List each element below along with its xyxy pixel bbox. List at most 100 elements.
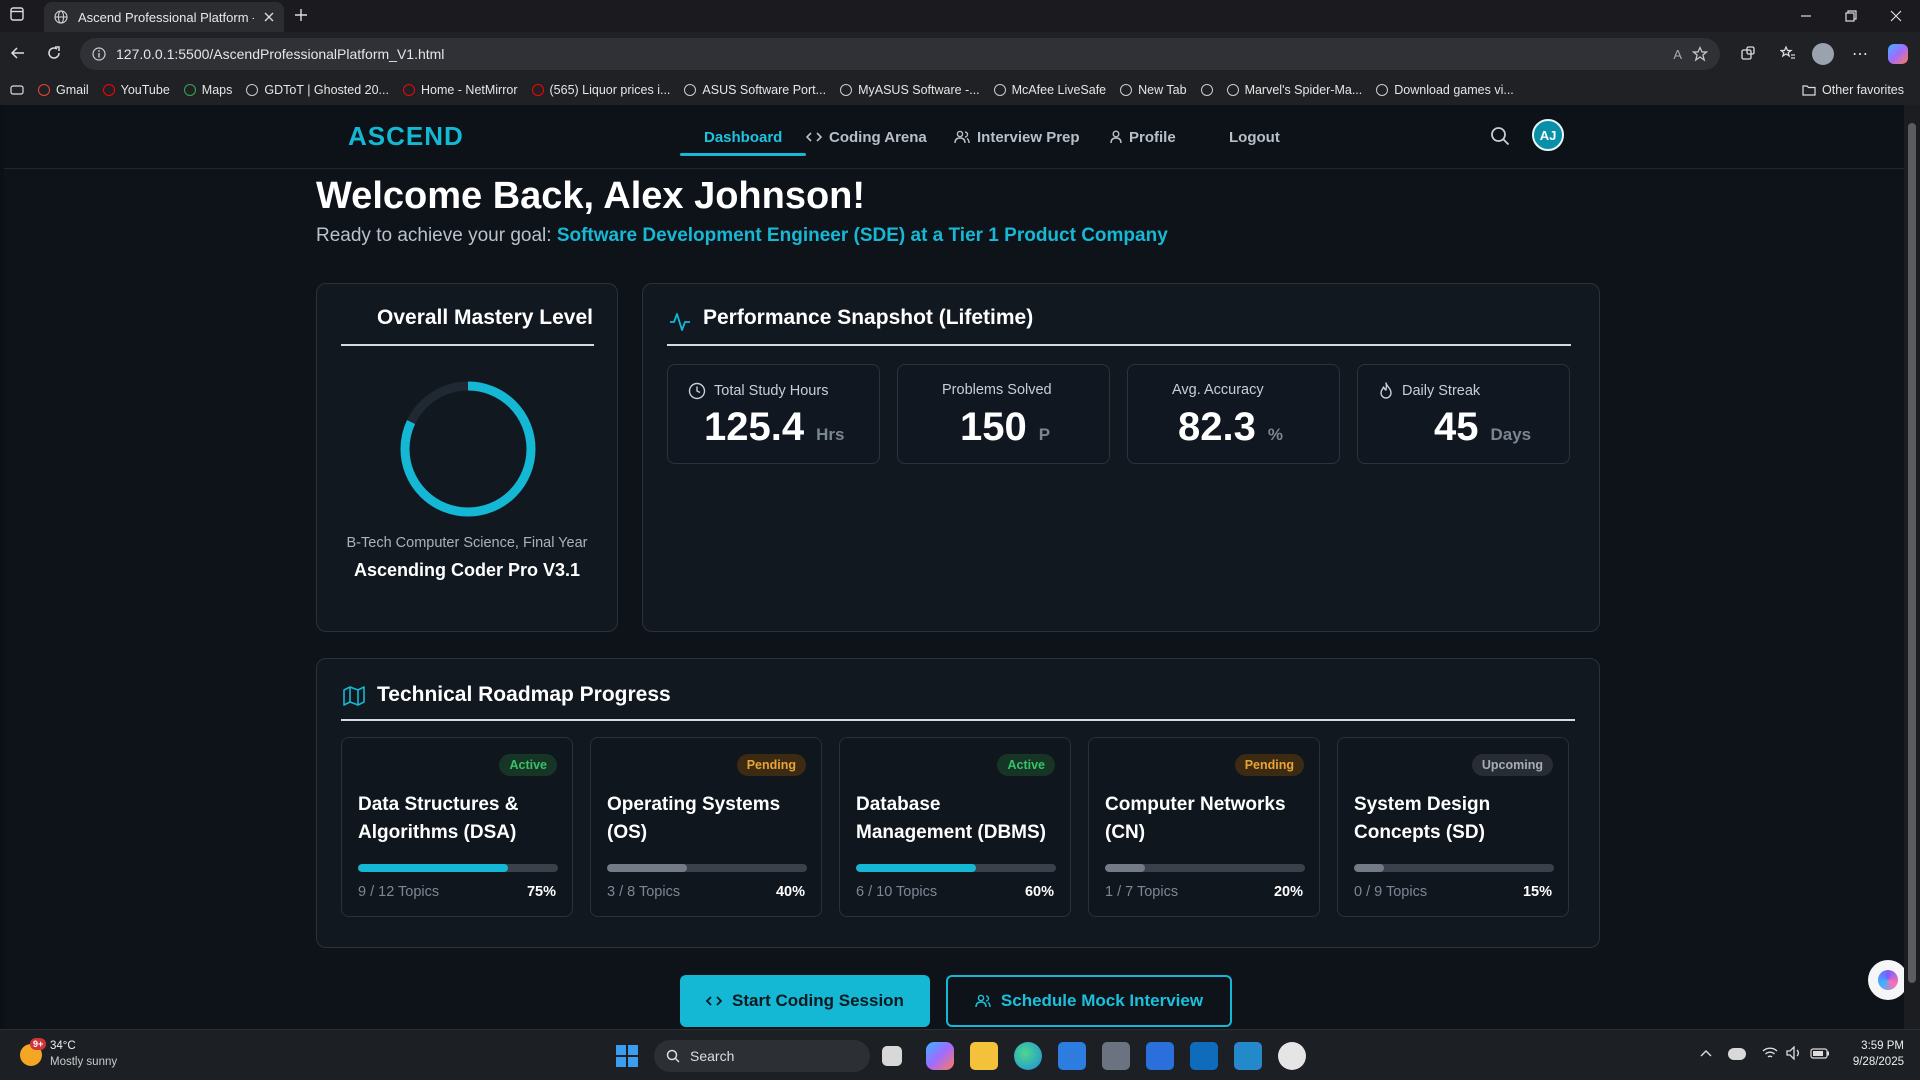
bookmark-item[interactable]: New Tab [1120,83,1187,97]
progress-fill [856,864,976,872]
topic-name: Data Structures & Algorithms (DSA) [358,794,519,843]
nav-coding-arena[interactable]: Coding Arena [806,105,927,169]
bookmark-item[interactable]: MyASUS Software -... [840,83,980,97]
nav-profile[interactable]: Profile [1110,105,1176,169]
app-icon[interactable] [1102,1042,1130,1070]
schedule-interview-button[interactable]: Schedule Mock Interview [946,975,1232,1027]
volume-icon[interactable] [1786,1046,1802,1060]
nav-dashboard[interactable]: Dashboard [679,105,807,169]
site-info-icon[interactable] [92,47,106,61]
nav-logout[interactable]: Logout [1229,105,1280,169]
nav-coding-arena-label: Coding Arena [829,128,927,146]
bookmark-favicon-icon [684,84,697,96]
new-tab-icon[interactable] [294,8,308,22]
bookmark-item[interactable]: McAfee LiveSafe [993,83,1106,97]
roadmap-divider [341,719,1575,721]
extensions-icon[interactable] [1740,45,1756,61]
close-tab-icon[interactable] [264,12,274,22]
mastery-subtitle: B-Tech Computer Science, Final Year [346,535,588,551]
tab-title: Ascend Professional Platform - Co [78,9,254,25]
roadmap-item-dsa[interactable]: Active Data Structures & Algorithms (DSA… [341,737,573,917]
bookmark-favicon-icon [993,84,1006,96]
task-view-icon[interactable] [882,1046,902,1066]
roadmap-item-cn[interactable]: Pending Computer Networks (CN) 1 / 7 Top… [1088,737,1320,917]
stat-study-hours: Total Study Hours 125.4 Hrs [667,364,880,464]
bookmark-item[interactable] [1200,84,1213,96]
restore-icon[interactable] [1845,10,1857,22]
topic-name: System Design Concepts (SD) [1354,794,1491,843]
stat-label: Problems Solved [942,382,1052,398]
copilot-icon[interactable] [1888,44,1908,64]
bookmark-favicon-icon [1200,84,1213,96]
bookmark-label: YouTube [120,83,170,97]
topics-count: 3 / 8 Topics [607,884,681,900]
bookmark-item[interactable]: Gmail [38,83,89,97]
other-favorites[interactable]: Other favorites [1802,83,1904,97]
stat-label: Avg. Accuracy [1172,382,1264,398]
copilot-app-icon[interactable] [926,1042,954,1070]
battery-icon[interactable] [1810,1048,1830,1059]
tab-actions-icon[interactable] [10,7,24,21]
bookmark-label: ASUS Software Port... [702,83,827,97]
back-icon[interactable] [10,45,26,61]
mastery-title: Overall Mastery Level [377,306,593,329]
outlook-icon[interactable] [1190,1042,1218,1070]
favorites-icon[interactable] [1780,45,1796,61]
bookmark-item[interactable]: GDToT | Ghosted 20... [246,83,389,97]
more-icon[interactable]: ⋯ [1852,44,1868,64]
stat-label: Daily Streak [1402,383,1481,399]
favorite-star-icon[interactable] [1692,46,1708,62]
chatgpt-icon[interactable] [1278,1042,1306,1070]
roadmap-item-sd[interactable]: Upcoming System Design Concepts (SD) 0 /… [1337,737,1569,917]
mastery-card: Overall Mastery Level B-Tech Computer Sc… [316,283,618,632]
minimize-icon[interactable] [1800,10,1812,22]
weather-badge: 9+ [30,1038,47,1050]
search-icon[interactable] [1490,126,1510,146]
start-icon[interactable] [616,1045,638,1067]
bookmark-item[interactable]: Maps [183,83,232,97]
code-icon [706,994,723,1008]
stat-label: Total Study Hours [714,383,829,399]
goal-line: Ready to achieve your goal: Software Dev… [316,225,1168,247]
bookmark-item[interactable]: Home - NetMirror [402,83,518,97]
scrollbar-thumb[interactable] [1908,123,1916,983]
search-icon [666,1049,680,1063]
read-aloud-icon[interactable]: A [1673,47,1682,62]
roadmap-item-os[interactable]: Pending Operating Systems (OS) 3 / 8 Top… [590,737,822,917]
address-bar[interactable]: 127.0.0.1:5500/AscendProfessionalPlatfor… [80,38,1720,70]
chevron-up-icon[interactable] [1700,1048,1712,1058]
clock[interactable]: 3:59 PM 9/28/2025 [1840,1038,1904,1070]
bookmark-item[interactable]: Marvel's Spider-Ma... [1226,83,1362,97]
roadmap-item-dbms[interactable]: Active Database Management (DBMS) 6 / 10… [839,737,1071,917]
bookmark-item[interactable]: YouTube [102,83,170,97]
bookmark-label: GDToT | Ghosted 20... [264,83,389,97]
progress-percent: 15% [1522,884,1552,900]
start-coding-button[interactable]: Start Coding Session [680,975,930,1027]
edge-icon[interactable] [1014,1042,1042,1070]
bookmark-item[interactable]: ASUS Software Port... [684,83,826,97]
refresh-icon[interactable] [46,45,62,61]
page-scrollbar[interactable] [1904,105,1920,1029]
bookmark-item[interactable]: (565) Liquor prices i... [531,83,670,97]
weather-widget[interactable]: 9+ 34°C Mostly sunny [18,1038,138,1074]
file-explorer-icon[interactable] [970,1042,998,1070]
ascend-logo[interactable]: ASCEND [348,121,464,152]
schedule-interview-label: Schedule Mock Interview [1000,991,1204,1010]
mastery-divider [341,344,594,346]
user-avatar[interactable]: AJ [1532,119,1564,151]
stat-accuracy: Avg. Accuracy 82.3% [1127,364,1340,464]
store-icon[interactable] [1058,1042,1086,1070]
bookmark-item[interactable]: Download games vi... [1376,83,1514,97]
assistant-fab[interactable] [1868,960,1908,1000]
taskbar-search[interactable]: Search [654,1040,870,1072]
nav-interview-prep[interactable]: Interview Prep [954,105,1080,169]
app-icon[interactable] [1146,1042,1174,1070]
close-window-icon[interactable] [1890,10,1902,22]
reading-list-icon[interactable] [10,84,24,96]
browser-tab[interactable]: Ascend Professional Platform - Co [44,2,284,32]
wifi-icon[interactable] [1762,1046,1778,1060]
profile-avatar-icon[interactable] [1812,43,1834,65]
progress-bar [1354,864,1554,872]
onedrive-icon[interactable] [1728,1048,1746,1060]
vscode-icon[interactable] [1234,1042,1262,1070]
